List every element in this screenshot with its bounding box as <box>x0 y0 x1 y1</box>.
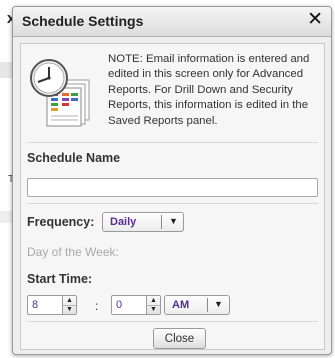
frequency-label: Frequency: <box>27 215 95 229</box>
schedule-settings-dialog: Schedule Settings ✕ NOTE: Email informat… <box>12 6 332 355</box>
divider <box>27 321 318 322</box>
dialog-titlebar: Schedule Settings ✕ <box>13 7 331 37</box>
arrow-down-icon[interactable]: ▼ <box>147 305 160 314</box>
minute-spin-buttons: ▲ ▼ <box>146 296 160 314</box>
chevron-down-icon: ▼ <box>169 216 178 226</box>
ampm-value: AM <box>172 299 190 311</box>
arrow-down-icon[interactable]: ▼ <box>63 305 76 314</box>
schedule-illustration <box>29 58 99 128</box>
frequency-value: Daily <box>110 216 137 228</box>
select-divider <box>207 298 208 312</box>
schedule-name-label: Schedule Name <box>27 151 121 165</box>
divider <box>27 142 318 143</box>
schedule-name-input[interactable] <box>27 178 318 197</box>
email-note: NOTE: Email information is entered and e… <box>108 53 310 127</box>
ampm-select[interactable]: AM ▼ <box>164 295 230 315</box>
start-time-label: Start Time: <box>27 272 93 286</box>
divider <box>27 203 318 204</box>
minute-spinner[interactable]: 0 ▲ ▼ <box>111 295 161 315</box>
settings-panel: NOTE: Email information is entered and e… <box>20 43 325 350</box>
select-divider <box>161 215 162 229</box>
hour-spinner[interactable]: 8 ▲ ▼ <box>27 295 77 315</box>
chevron-down-icon: ▼ <box>214 299 223 309</box>
dialog-title: Schedule Settings <box>22 13 144 29</box>
frequency-select[interactable]: Daily ▼ <box>102 212 184 232</box>
clock-icon <box>30 59 68 97</box>
time-separator: : <box>95 299 99 313</box>
hour-spin-buttons: ▲ ▼ <box>62 296 76 314</box>
close-icon[interactable]: ✕ <box>307 10 323 30</box>
day-of-week-label: Day of the Week: <box>27 245 119 259</box>
close-button[interactable]: Close <box>153 328 206 349</box>
minute-value: 0 <box>116 299 123 311</box>
hour-value: 8 <box>32 299 39 311</box>
